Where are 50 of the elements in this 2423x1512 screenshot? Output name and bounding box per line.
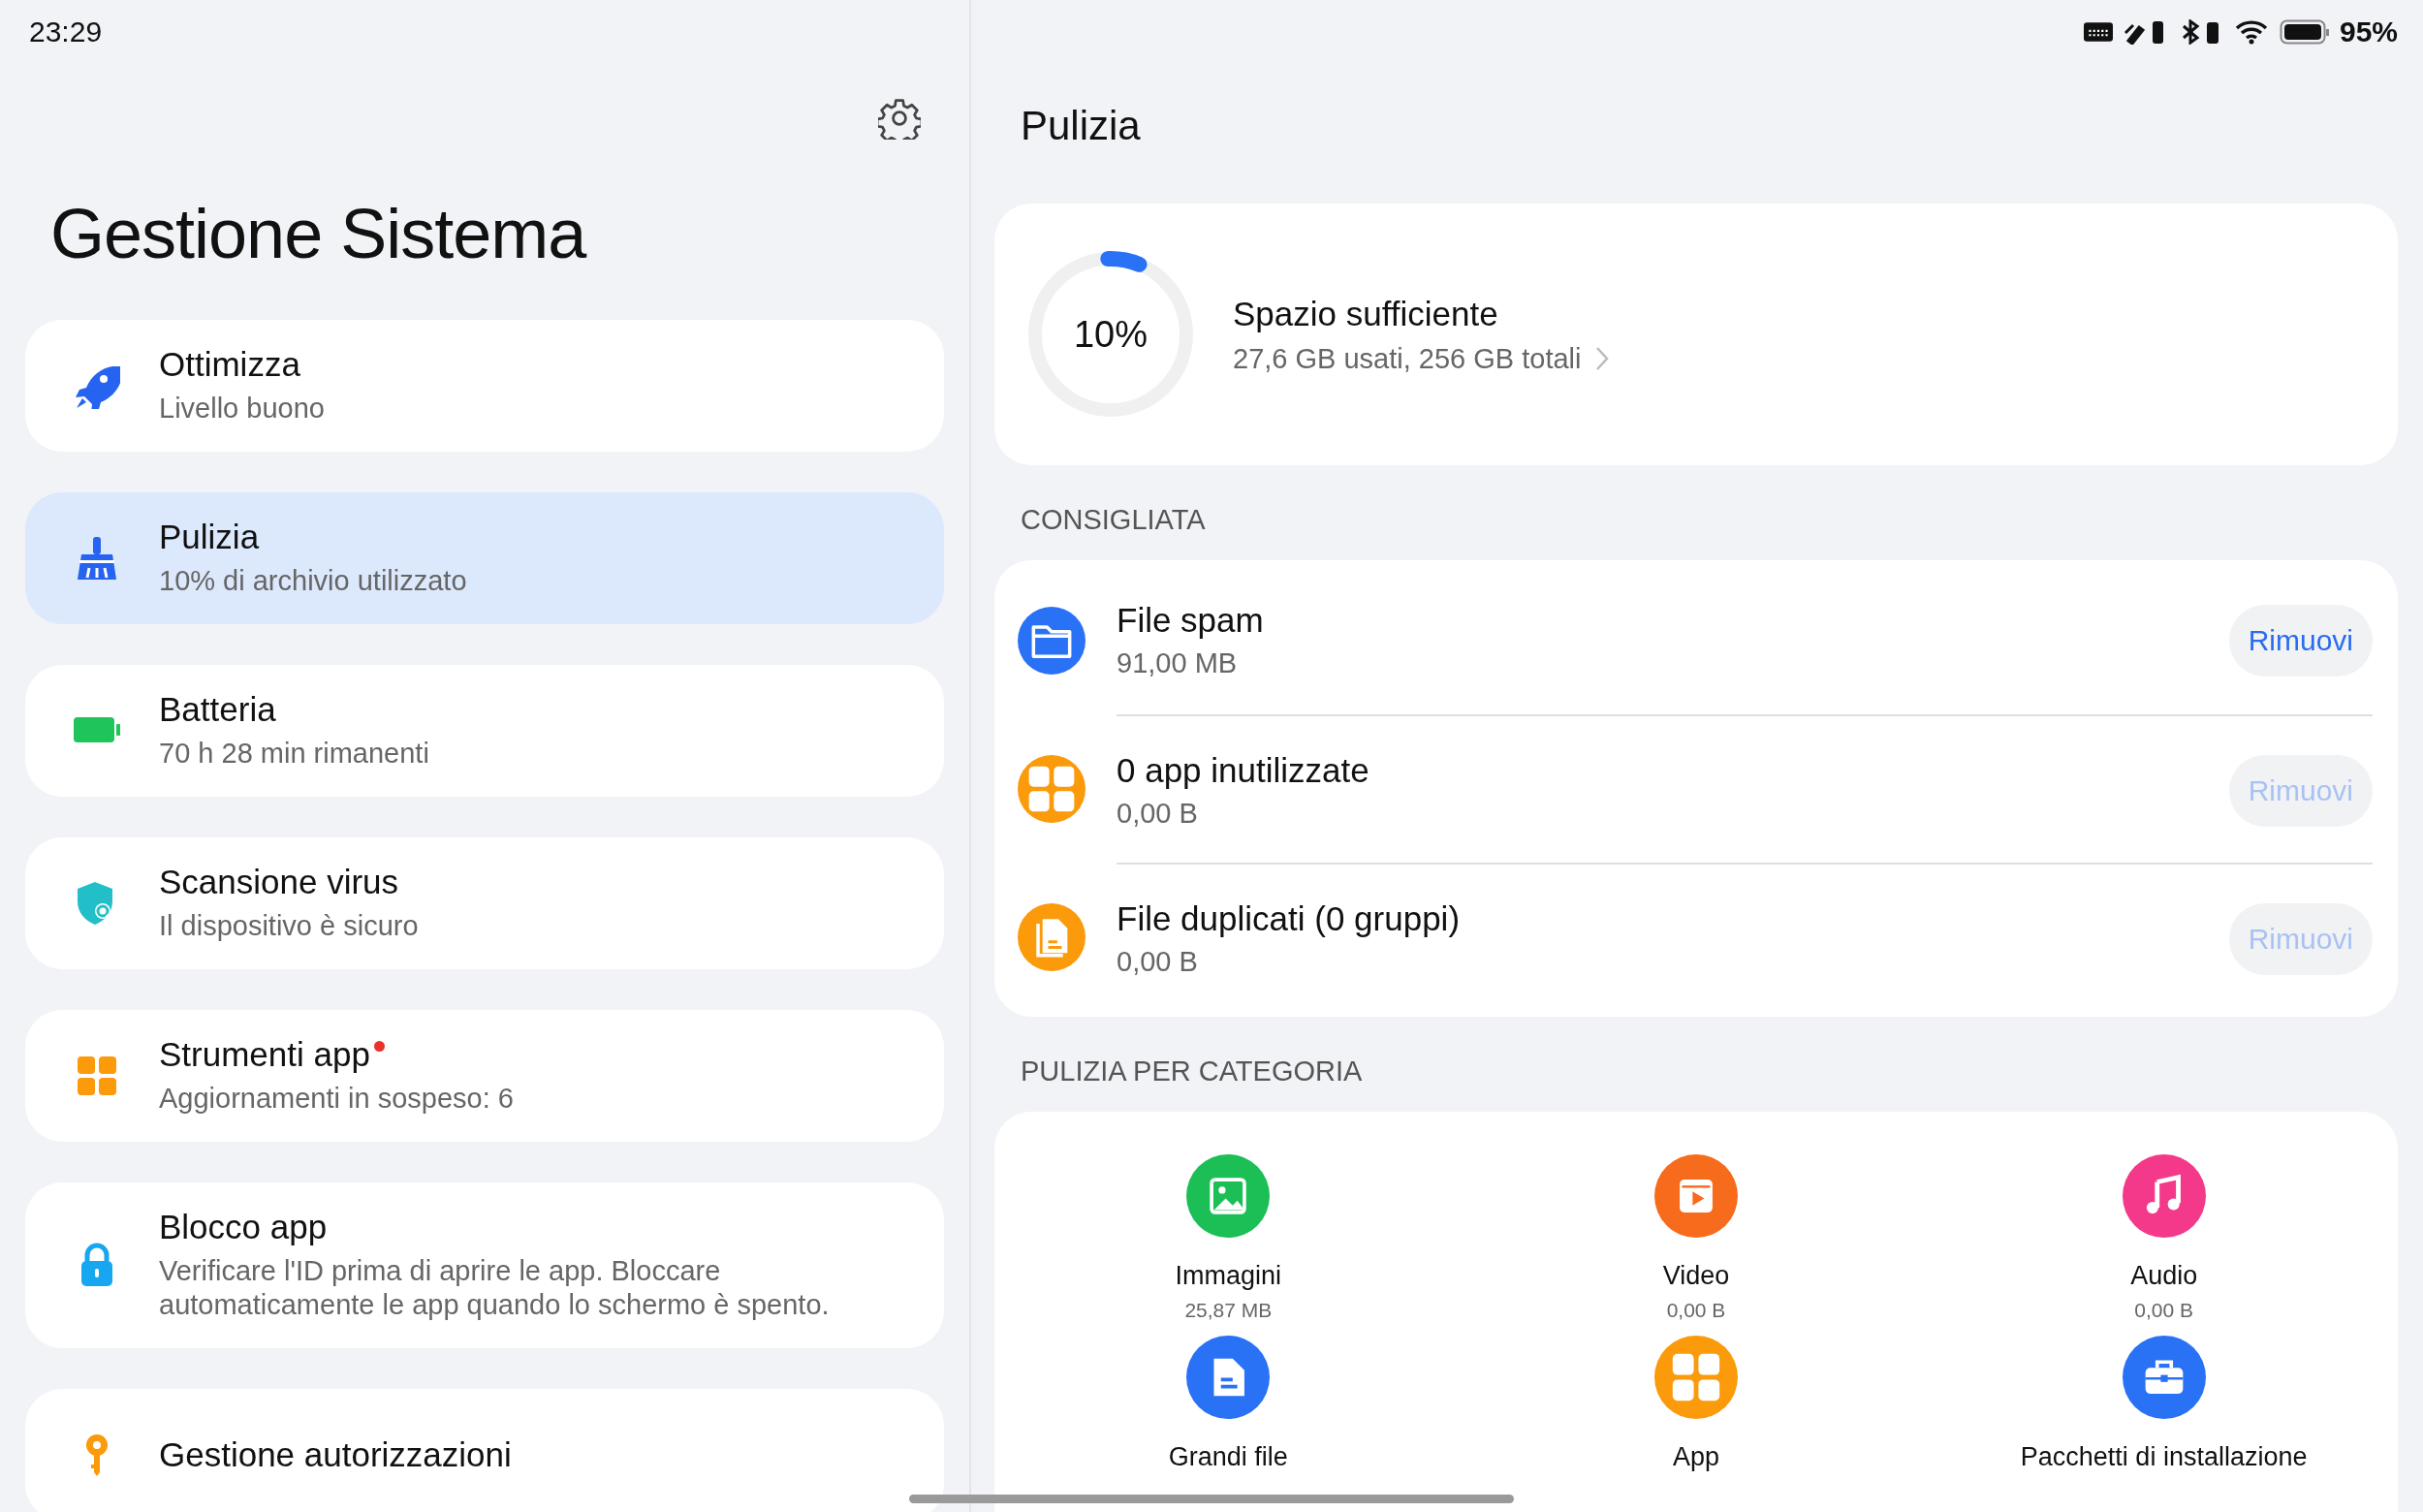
storage-card[interactable]: 10% Spazio sufficiente 27,6 GB usati, 256 GB totali <box>994 204 2398 465</box>
category-size: 25,87 MB <box>1184 1299 1273 1322</box>
battery-icon <box>2277 19 2332 45</box>
menu-card[interactable]: Pulizia 10% di archivio utilizzato <box>25 492 944 624</box>
category-label: Video <box>1662 1261 1730 1291</box>
section-heading: CONSIGLIATA <box>1021 504 1207 537</box>
category-label: Immagini <box>1175 1261 1282 1291</box>
category-label: Audio <box>2130 1261 2198 1291</box>
menu-subtitle: Verificare l'ID prima di aprire le app. Bloccare automaticamente le app quando lo schermo è spento. <box>159 1254 831 1323</box>
item-size: 91,00 MB <box>1117 647 1239 679</box>
menu-title: Gestione autorizzazioni <box>159 1434 512 1474</box>
menu-title: Scansione virus <box>159 863 399 902</box>
menu-card[interactable]: Gestione autorizzazioni <box>25 1388 944 1512</box>
category-size: 0,00 B <box>1666 1299 1726 1322</box>
item-size: 0,00 B <box>1117 946 1199 978</box>
item-title: 0 app inutilizzate <box>1117 751 1370 790</box>
category-label: App <box>1672 1442 1719 1472</box>
app-title: Gestione Sistema <box>50 194 588 273</box>
menu-title: Strumenti app <box>159 1035 370 1075</box>
storage-percent: 10% <box>1073 313 1149 356</box>
menu-subtitle: 10% di archivio utilizzato <box>159 564 467 599</box>
menu-card[interactable]: Ottimizza Livello buono <box>25 320 944 452</box>
remove-button[interactable]: Rimuovi <box>2228 604 2373 677</box>
section-heading: PULIZIA PER CATEGORIA <box>1021 1055 1364 1088</box>
keyboard-icon <box>2083 19 2113 45</box>
menu-card[interactable]: Blocco app Verificare l'ID prima di aprire le app. Bloccare automaticamente le app quando lo schermo è spento. <box>25 1182 944 1348</box>
menu-title: Blocco app <box>159 1208 328 1246</box>
menu-card[interactable]: Scansione virus Il dispositivo è sicuro <box>25 837 944 969</box>
battery-percent: 95% <box>2339 16 2398 48</box>
menu-subtitle: Il dispositivo è sicuro <box>159 909 419 944</box>
menu-subtitle: Livello buono <box>159 392 325 426</box>
menu-title: Ottimizza <box>159 345 300 385</box>
storage-status: Spazio sufficiente <box>1233 294 1499 333</box>
page-title: Pulizia <box>1021 103 1142 150</box>
menu-card[interactable]: Batteria 70 h 28 min rimanenti <box>25 665 944 797</box>
settings-icon[interactable] <box>878 97 921 140</box>
menu-title: Batteria <box>159 690 276 730</box>
storage-detail: 27,6 GB usati, 256 GB totali <box>1233 342 1582 375</box>
category-size: 0,00 B <box>2134 1299 2193 1322</box>
menu-subtitle: 70 h 28 min rimanenti <box>159 737 429 772</box>
item-title: File duplicati (0 gruppi) <box>1117 899 1462 938</box>
category-label: Pacchetti di installazione <box>2020 1442 2308 1472</box>
menu-title: Pulizia <box>159 518 260 557</box>
clock-time: 23:29 <box>28 15 104 49</box>
chevron-icon <box>1594 345 1611 372</box>
category-label: Grandi file <box>1168 1442 1288 1472</box>
menu-card[interactable]: Strumenti app Aggiornamenti in sospeso: 6 <box>25 1010 944 1142</box>
item-title: File spam <box>1117 601 1265 640</box>
menu-subtitle: Aggiornamenti in sospeso: 6 <box>159 1082 514 1117</box>
item-size: 0,00 B <box>1117 798 1199 830</box>
